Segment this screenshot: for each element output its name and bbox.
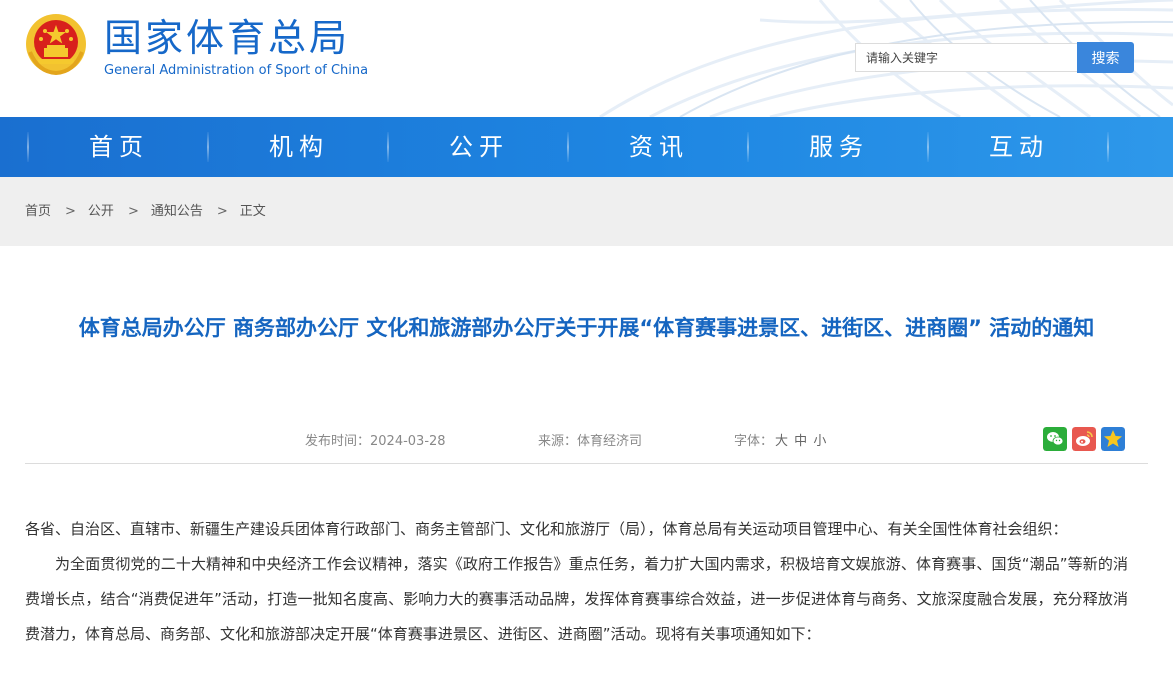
article-title: 体育总局办公厅 商务部办公厅 文化和旅游部办公厅关于开展“体育赛事进景区、进街区… <box>78 316 1095 340</box>
breadcrumb-separator: > <box>127 204 139 219</box>
publish-date: 发布时间：2024-03-28 <box>305 430 446 449</box>
nav-separator <box>1107 132 1109 162</box>
search-input[interactable] <box>855 43 1077 72</box>
favorite-icon[interactable] <box>1101 427 1125 451</box>
font-size-small[interactable]: 小 <box>813 434 826 449</box>
nav-item-news[interactable]: 资讯 <box>569 117 749 177</box>
breadcrumb-separator: > <box>65 204 76 219</box>
publish-date-value: 2024-03-28 <box>370 434 446 449</box>
breadcrumb-bar: 首页 > 公开 > 通知公告 > 正文 <box>0 177 1173 246</box>
nav-item-disclosure[interactable]: 公开 <box>389 117 569 177</box>
article-source: 来源：体育经济司 <box>538 430 642 449</box>
site-title[interactable]: 国家体育总局 <box>104 14 350 62</box>
source-value: 体育经济司 <box>577 434 643 449</box>
breadcrumb-disclosure[interactable]: 公开 <box>88 204 114 219</box>
font-size-medium[interactable]: 中 <box>794 434 807 449</box>
national-emblem-logo <box>26 14 86 76</box>
source-label: 来源： <box>538 434 578 449</box>
font-size-large[interactable]: 大 <box>775 434 788 449</box>
nav-item-interaction[interactable]: 互动 <box>929 117 1109 177</box>
breadcrumb-home[interactable]: 首页 <box>25 204 51 219</box>
weibo-icon[interactable] <box>1072 427 1096 451</box>
breadcrumb-separator: > <box>216 204 228 219</box>
font-size-label: 字体： <box>734 434 774 449</box>
site-title-english[interactable]: General Administration of Sport of China <box>104 62 368 80</box>
breadcrumb: 首页 > 公开 > 通知公告 > 正文 <box>25 177 270 246</box>
main-nav: 首页 机构 公开 资讯 服务 互动 <box>0 117 1173 177</box>
nav-item-organization[interactable]: 机构 <box>209 117 389 177</box>
search-button[interactable]: 搜索 <box>1077 42 1134 73</box>
site-header: 国家体育总局 General Administration of Sport o… <box>0 0 1173 117</box>
breadcrumb-notices[interactable]: 通知公告 <box>151 204 203 219</box>
breadcrumb-current: 正文 <box>239 204 266 219</box>
body-paragraph: 各省、自治区、直辖市、新疆生产建设兵团体育行政部门、商务主管部门、文化和旅游厅（… <box>25 520 1068 538</box>
wechat-icon[interactable] <box>1043 427 1067 451</box>
nav-item-services[interactable]: 服务 <box>749 117 929 177</box>
meta-divider <box>25 463 1148 464</box>
article-body: 各省、自治区、直辖市、新疆生产建设兵团体育行政部门、商务主管部门、文化和旅游厅（… <box>25 512 1128 652</box>
body-paragraph: 为全面贯彻党的二十大精神和中央经济工作会议精神，落实《政府工作报告》重点任务，着… <box>25 555 1128 643</box>
publish-date-label: 发布时间： <box>305 434 371 449</box>
nav-item-home[interactable]: 首页 <box>29 117 209 177</box>
font-size-control: 字体：大 中 小 <box>734 430 826 449</box>
